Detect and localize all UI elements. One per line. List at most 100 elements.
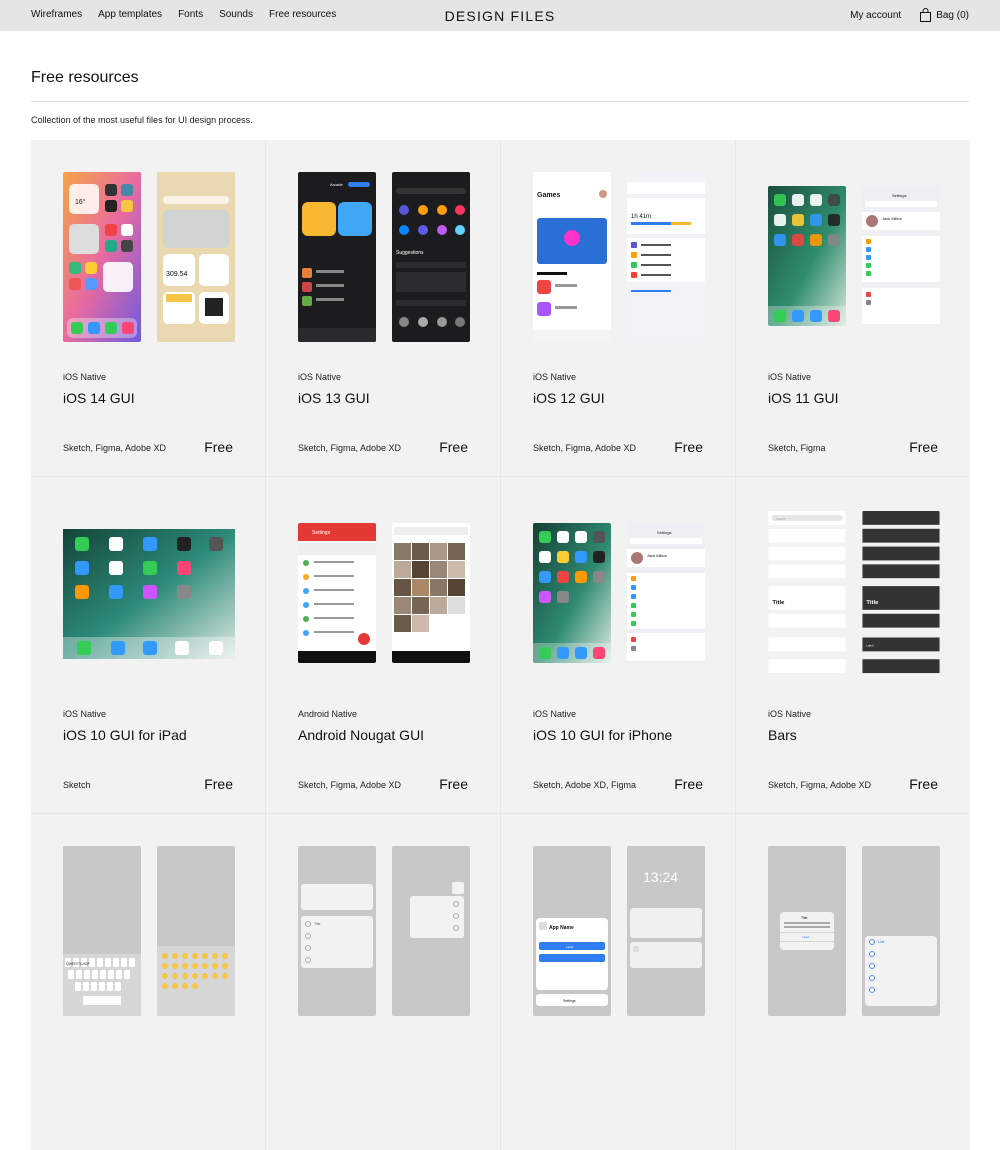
title-divider bbox=[31, 101, 969, 102]
product-tools: Sketch, Figma, Adobe XD bbox=[533, 443, 637, 453]
product-category: Android Native bbox=[298, 709, 358, 719]
product-preview: App Name Label Settings 13:24 bbox=[533, 846, 705, 1016]
action-list-preview: Link bbox=[862, 846, 940, 1016]
bar-label: Label bbox=[866, 643, 874, 647]
ios14-home-screen-preview: 16° bbox=[63, 172, 141, 342]
product-preview: Title Label Link bbox=[768, 846, 940, 1016]
product-card-bars[interactable]: Search Title Title Label iOS Native Bars… bbox=[736, 477, 970, 813]
product-title[interactable]: iOS 12 GUI bbox=[533, 390, 605, 406]
page-title: Free resources bbox=[31, 69, 139, 86]
brand-text[interactable]: DESIGN FILES bbox=[445, 8, 556, 24]
product-card-alerts[interactable]: Title Label Link bbox=[736, 814, 970, 1150]
ios10-settings-preview: Settings Jack Milton bbox=[627, 523, 705, 663]
alert-button-label: Label bbox=[802, 935, 810, 939]
ios11-settings-preview: Settings Jack Milton bbox=[862, 186, 940, 326]
large-title-label: Title bbox=[772, 600, 785, 606]
product-preview: Title bbox=[298, 846, 470, 1016]
android-gallery-preview bbox=[392, 523, 470, 663]
product-title[interactable]: Bars bbox=[768, 727, 797, 743]
sheet-option-label: Title bbox=[314, 922, 321, 926]
ios13-share-sheet-preview: Suggestions bbox=[392, 172, 470, 342]
ios13-arcade-preview: Arcade bbox=[298, 172, 376, 342]
lock-screen-time: 13:24 bbox=[643, 869, 678, 885]
product-tools: Sketch, Figma, Adobe XD bbox=[63, 443, 167, 453]
product-card-sheets[interactable]: Title bbox=[266, 814, 500, 1150]
product-title[interactable]: iOS 10 GUI for iPad bbox=[63, 727, 187, 743]
product-card-keyboard[interactable]: QWERTYUIOP bbox=[31, 814, 265, 1150]
product-title[interactable]: Android Nougat GUI bbox=[298, 727, 424, 743]
app-name-label: App Name bbox=[549, 925, 574, 931]
android-inbox-preview: Settings bbox=[298, 523, 376, 663]
product-preview: Settings Jack Milton bbox=[533, 509, 705, 679]
product-tools: Sketch, Adobe XD, Figma bbox=[533, 780, 637, 790]
suggestions-label: Suggestions bbox=[396, 250, 424, 256]
my-account-link[interactable]: My account bbox=[850, 10, 901, 21]
product-card-ios10-ipad[interactable]: iOS Native iOS 10 GUI for iPad Sketch Fr… bbox=[31, 477, 265, 813]
product-title[interactable]: iOS 14 GUI bbox=[63, 390, 135, 406]
product-category: iOS Native bbox=[298, 372, 342, 382]
ios14-widgets-preview: 309.54 bbox=[157, 172, 235, 342]
product-preview: Games 1h 41m bbox=[533, 172, 705, 342]
stock-value: 309.54 bbox=[166, 271, 188, 278]
product-category: iOS Native bbox=[533, 709, 577, 719]
product-category: iOS Native bbox=[63, 372, 107, 382]
keyboard-row-1: QWERTYUIOP bbox=[66, 962, 91, 966]
bars-light-preview: Search Title bbox=[768, 511, 846, 679]
product-tools: Sketch bbox=[63, 780, 91, 790]
popover-wireframe-preview bbox=[392, 846, 470, 1016]
product-tools: Sketch, Figma, Adobe XD bbox=[298, 780, 402, 790]
product-preview: Settings bbox=[298, 509, 470, 679]
screen-time-value: 1h 41m bbox=[631, 214, 651, 220]
account-nav: My account Bag (0) bbox=[850, 8, 969, 22]
product-price: Free bbox=[204, 439, 233, 455]
ios12-app-store-preview: Games bbox=[533, 172, 611, 342]
alert-action-label: Label bbox=[566, 945, 574, 949]
sheet-wireframe-preview: Title bbox=[298, 846, 376, 1016]
emoji-keyboard-preview bbox=[157, 846, 235, 1016]
alert-title: Title bbox=[801, 916, 808, 920]
product-card-ios14[interactable]: 16° 309.54 iOS Native iOS 14 GUI Sketch,… bbox=[31, 140, 265, 476]
product-price: Free bbox=[439, 439, 468, 455]
search-bar-label: Search bbox=[776, 517, 786, 521]
product-card-android-nougat[interactable]: Settings Android Native Android Nougat G… bbox=[266, 477, 500, 813]
product-price: Free bbox=[909, 439, 938, 455]
product-card-ios12[interactable]: Games 1h 41m iOS Native iOS 12 GUI Sketc… bbox=[501, 140, 735, 476]
lock-screen-preview: 13:24 bbox=[627, 846, 705, 1016]
product-tools: Sketch, Figma, Adobe XD bbox=[298, 443, 402, 453]
product-price: Free bbox=[204, 776, 233, 792]
product-card-ios10-iphone[interactable]: Settings Jack Milton iOS Native iOS 10 G… bbox=[501, 477, 735, 813]
product-card-ios13[interactable]: Arcade Suggestions iOS Native iOS 13 GUI… bbox=[266, 140, 500, 476]
profile-name: Jack Milton bbox=[647, 553, 667, 558]
product-price: Free bbox=[674, 439, 703, 455]
product-preview: Arcade Suggestions bbox=[298, 172, 470, 342]
top-bar: Wireframes App templates Fonts Sounds Fr… bbox=[0, 0, 1000, 31]
ios10-home-screen-preview bbox=[533, 523, 611, 663]
product-preview: Settings Jack Milton bbox=[768, 172, 940, 342]
settings-heading: Settings bbox=[892, 193, 906, 198]
product-category: iOS Native bbox=[63, 709, 107, 719]
page-subtitle: Collection of the most useful files for … bbox=[31, 115, 253, 125]
product-preview: 16° 309.54 bbox=[63, 172, 235, 342]
settings-heading: Settings bbox=[657, 530, 671, 535]
product-preview: Search Title Title Label bbox=[768, 509, 940, 679]
profile-name: Jack Milton bbox=[882, 216, 902, 221]
product-tools: Sketch, Figma, Adobe XD bbox=[768, 780, 872, 790]
bag-icon bbox=[920, 8, 932, 22]
large-title-label-dark: Title bbox=[866, 600, 879, 606]
alert-wireframe-preview: Title Label bbox=[768, 846, 846, 1016]
product-title[interactable]: iOS 13 GUI bbox=[298, 390, 370, 406]
product-tools: Sketch, Figma bbox=[768, 443, 826, 453]
product-card-ios11[interactable]: Settings Jack Milton iOS Native iOS 11 G… bbox=[736, 140, 970, 476]
product-category: iOS Native bbox=[768, 709, 812, 719]
bag-label: Bag (0) bbox=[936, 9, 969, 21]
bag-button[interactable]: Bag (0) bbox=[919, 8, 969, 22]
product-title[interactable]: iOS 10 GUI for iPhone bbox=[533, 727, 672, 743]
product-card-notifications[interactable]: App Name Label Settings 13:24 bbox=[501, 814, 735, 1150]
bars-dark-preview: Title Label bbox=[862, 511, 940, 679]
product-preview bbox=[63, 509, 235, 679]
product-grid: 16° 309.54 iOS Native iOS 14 GUI Sketch,… bbox=[31, 140, 970, 1150]
ipad-home-screen-preview bbox=[63, 529, 235, 659]
product-category: iOS Native bbox=[533, 372, 577, 382]
ios12-screen-time-preview: 1h 41m bbox=[627, 172, 705, 342]
product-title[interactable]: iOS 11 GUI bbox=[768, 390, 839, 406]
